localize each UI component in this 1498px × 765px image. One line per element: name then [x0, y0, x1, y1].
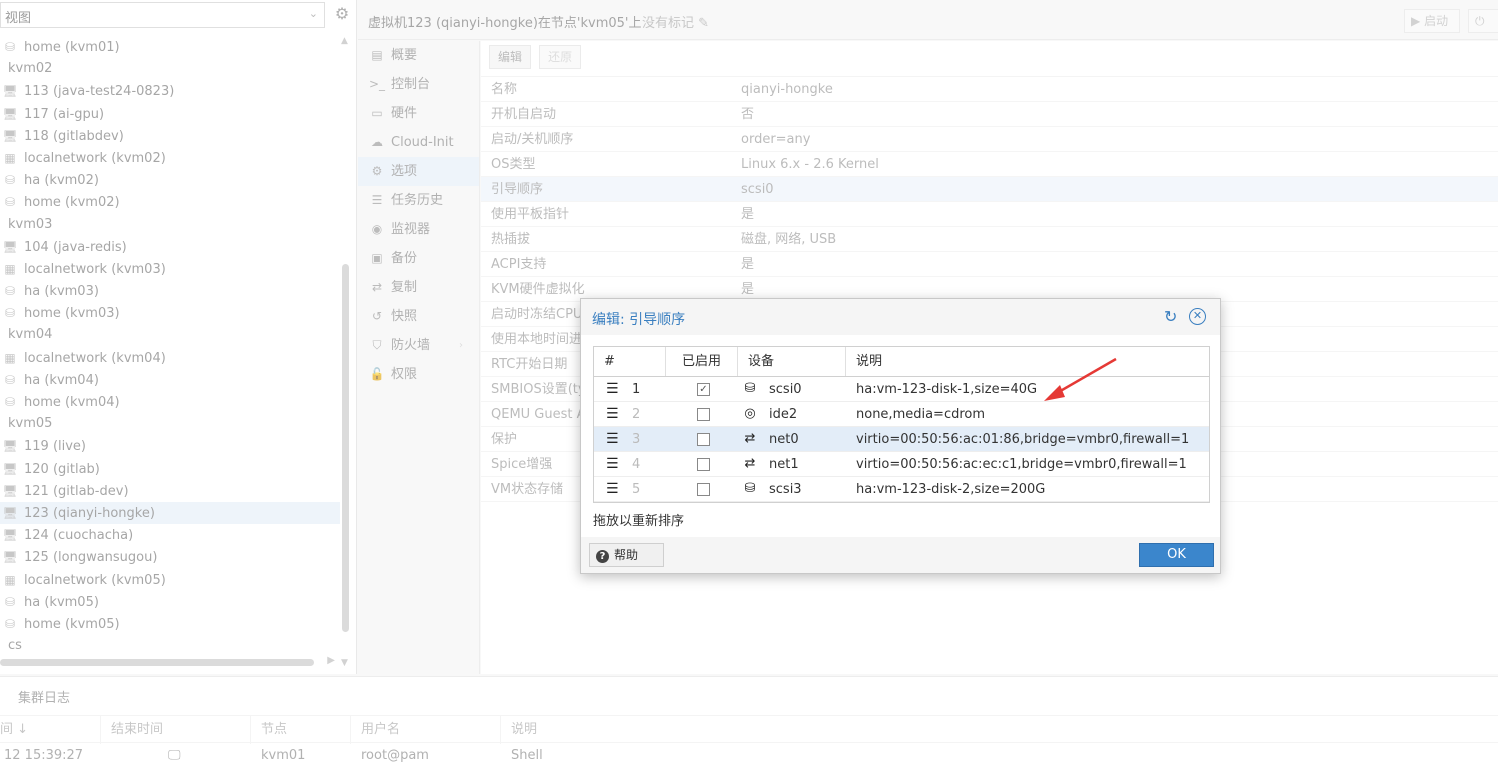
drag-hint: 拖放以重新排序 — [593, 514, 685, 529]
enabled-checkbox[interactable] — [697, 483, 710, 496]
help-button-label: 帮助 — [614, 548, 639, 562]
boot-device-number: 3 — [632, 432, 641, 447]
drag-handle-icon[interactable]: ☰ — [606, 431, 619, 447]
boot-device-row[interactable]: ☰ 2 ◎ ide2 none,media=cdrom — [594, 402, 1209, 427]
enabled-checkbox[interactable] — [697, 433, 710, 446]
disk-icon: ⛁ — [744, 381, 756, 396]
boot-order-dialog: 编辑: 引导顺序 ↻ ✕ # 已启用 设备 说明 ☰ 1 ✓ ⛁ scsi0 ha:vm-… — [580, 298, 1221, 574]
enabled-checkbox[interactable]: ✓ — [697, 383, 710, 396]
reset-icon[interactable]: ↻ — [1164, 307, 1177, 326]
boot-device-number: 1 — [632, 382, 641, 397]
drag-handle-icon[interactable]: ☰ — [606, 406, 619, 422]
boot-device-description: virtio=00:50:56:ac:01:86,bridge=vmbr0,fi… — [856, 432, 1190, 447]
drag-handle-icon[interactable]: ☰ — [606, 381, 619, 397]
grid-col-enabled[interactable]: 已启用 — [666, 347, 738, 376]
grid-col-device[interactable]: 设备 — [738, 347, 846, 376]
network-icon: ⇄ — [744, 456, 756, 471]
boot-device-number: 2 — [632, 407, 641, 422]
boot-device-name: scsi0 — [769, 382, 802, 397]
boot-device-description: ha:vm-123-disk-2,size=200G — [856, 482, 1046, 497]
help-icon: ? — [596, 550, 609, 563]
grid-col-number[interactable]: # — [594, 347, 666, 376]
annotation-arrow-head — [1044, 385, 1065, 401]
help-button[interactable]: ? 帮助 — [589, 543, 664, 567]
boot-device-description: ha:vm-123-disk-1,size=40G — [856, 382, 1038, 397]
boot-device-description: none,media=cdrom — [856, 407, 986, 422]
boot-device-row[interactable]: ☰ 4 ⇄ net1 virtio=00:50:56:ac:ec:c1,bridge=v… — [594, 452, 1209, 477]
dialog-title: 编辑: 引导顺序 — [592, 312, 686, 328]
boot-device-name: scsi3 — [769, 482, 802, 497]
cdrom-icon: ◎ — [744, 406, 756, 421]
grid-col-description[interactable]: 说明 — [846, 347, 1209, 376]
disk-icon: ⛁ — [744, 481, 756, 496]
boot-device-row[interactable]: ☰ 5 ⛁ scsi3 ha:vm-123-disk-2,size=200G — [594, 477, 1209, 502]
close-icon[interactable]: ✕ — [1189, 308, 1206, 325]
annotation-arrow — [1044, 357, 1117, 401]
enabled-checkbox[interactable] — [697, 458, 710, 471]
boot-device-row[interactable]: ☰ 3 ⇄ net0 virtio=00:50:56:ac:01:86,bridge=v… — [594, 427, 1209, 452]
boot-device-number: 4 — [632, 457, 641, 472]
boot-device-description: virtio=00:50:56:ac:ec:c1,bridge=vmbr0,fi… — [856, 457, 1187, 472]
drag-handle-icon[interactable]: ☰ — [606, 456, 619, 472]
enabled-checkbox[interactable] — [697, 408, 710, 421]
network-icon: ⇄ — [744, 431, 756, 446]
boot-device-number: 5 — [632, 482, 641, 497]
drag-handle-icon[interactable]: ☰ — [606, 481, 619, 497]
ok-button[interactable]: OK — [1139, 543, 1214, 567]
boot-device-name: net1 — [769, 457, 799, 472]
boot-device-name: ide2 — [769, 407, 798, 422]
boot-device-name: net0 — [769, 432, 799, 447]
